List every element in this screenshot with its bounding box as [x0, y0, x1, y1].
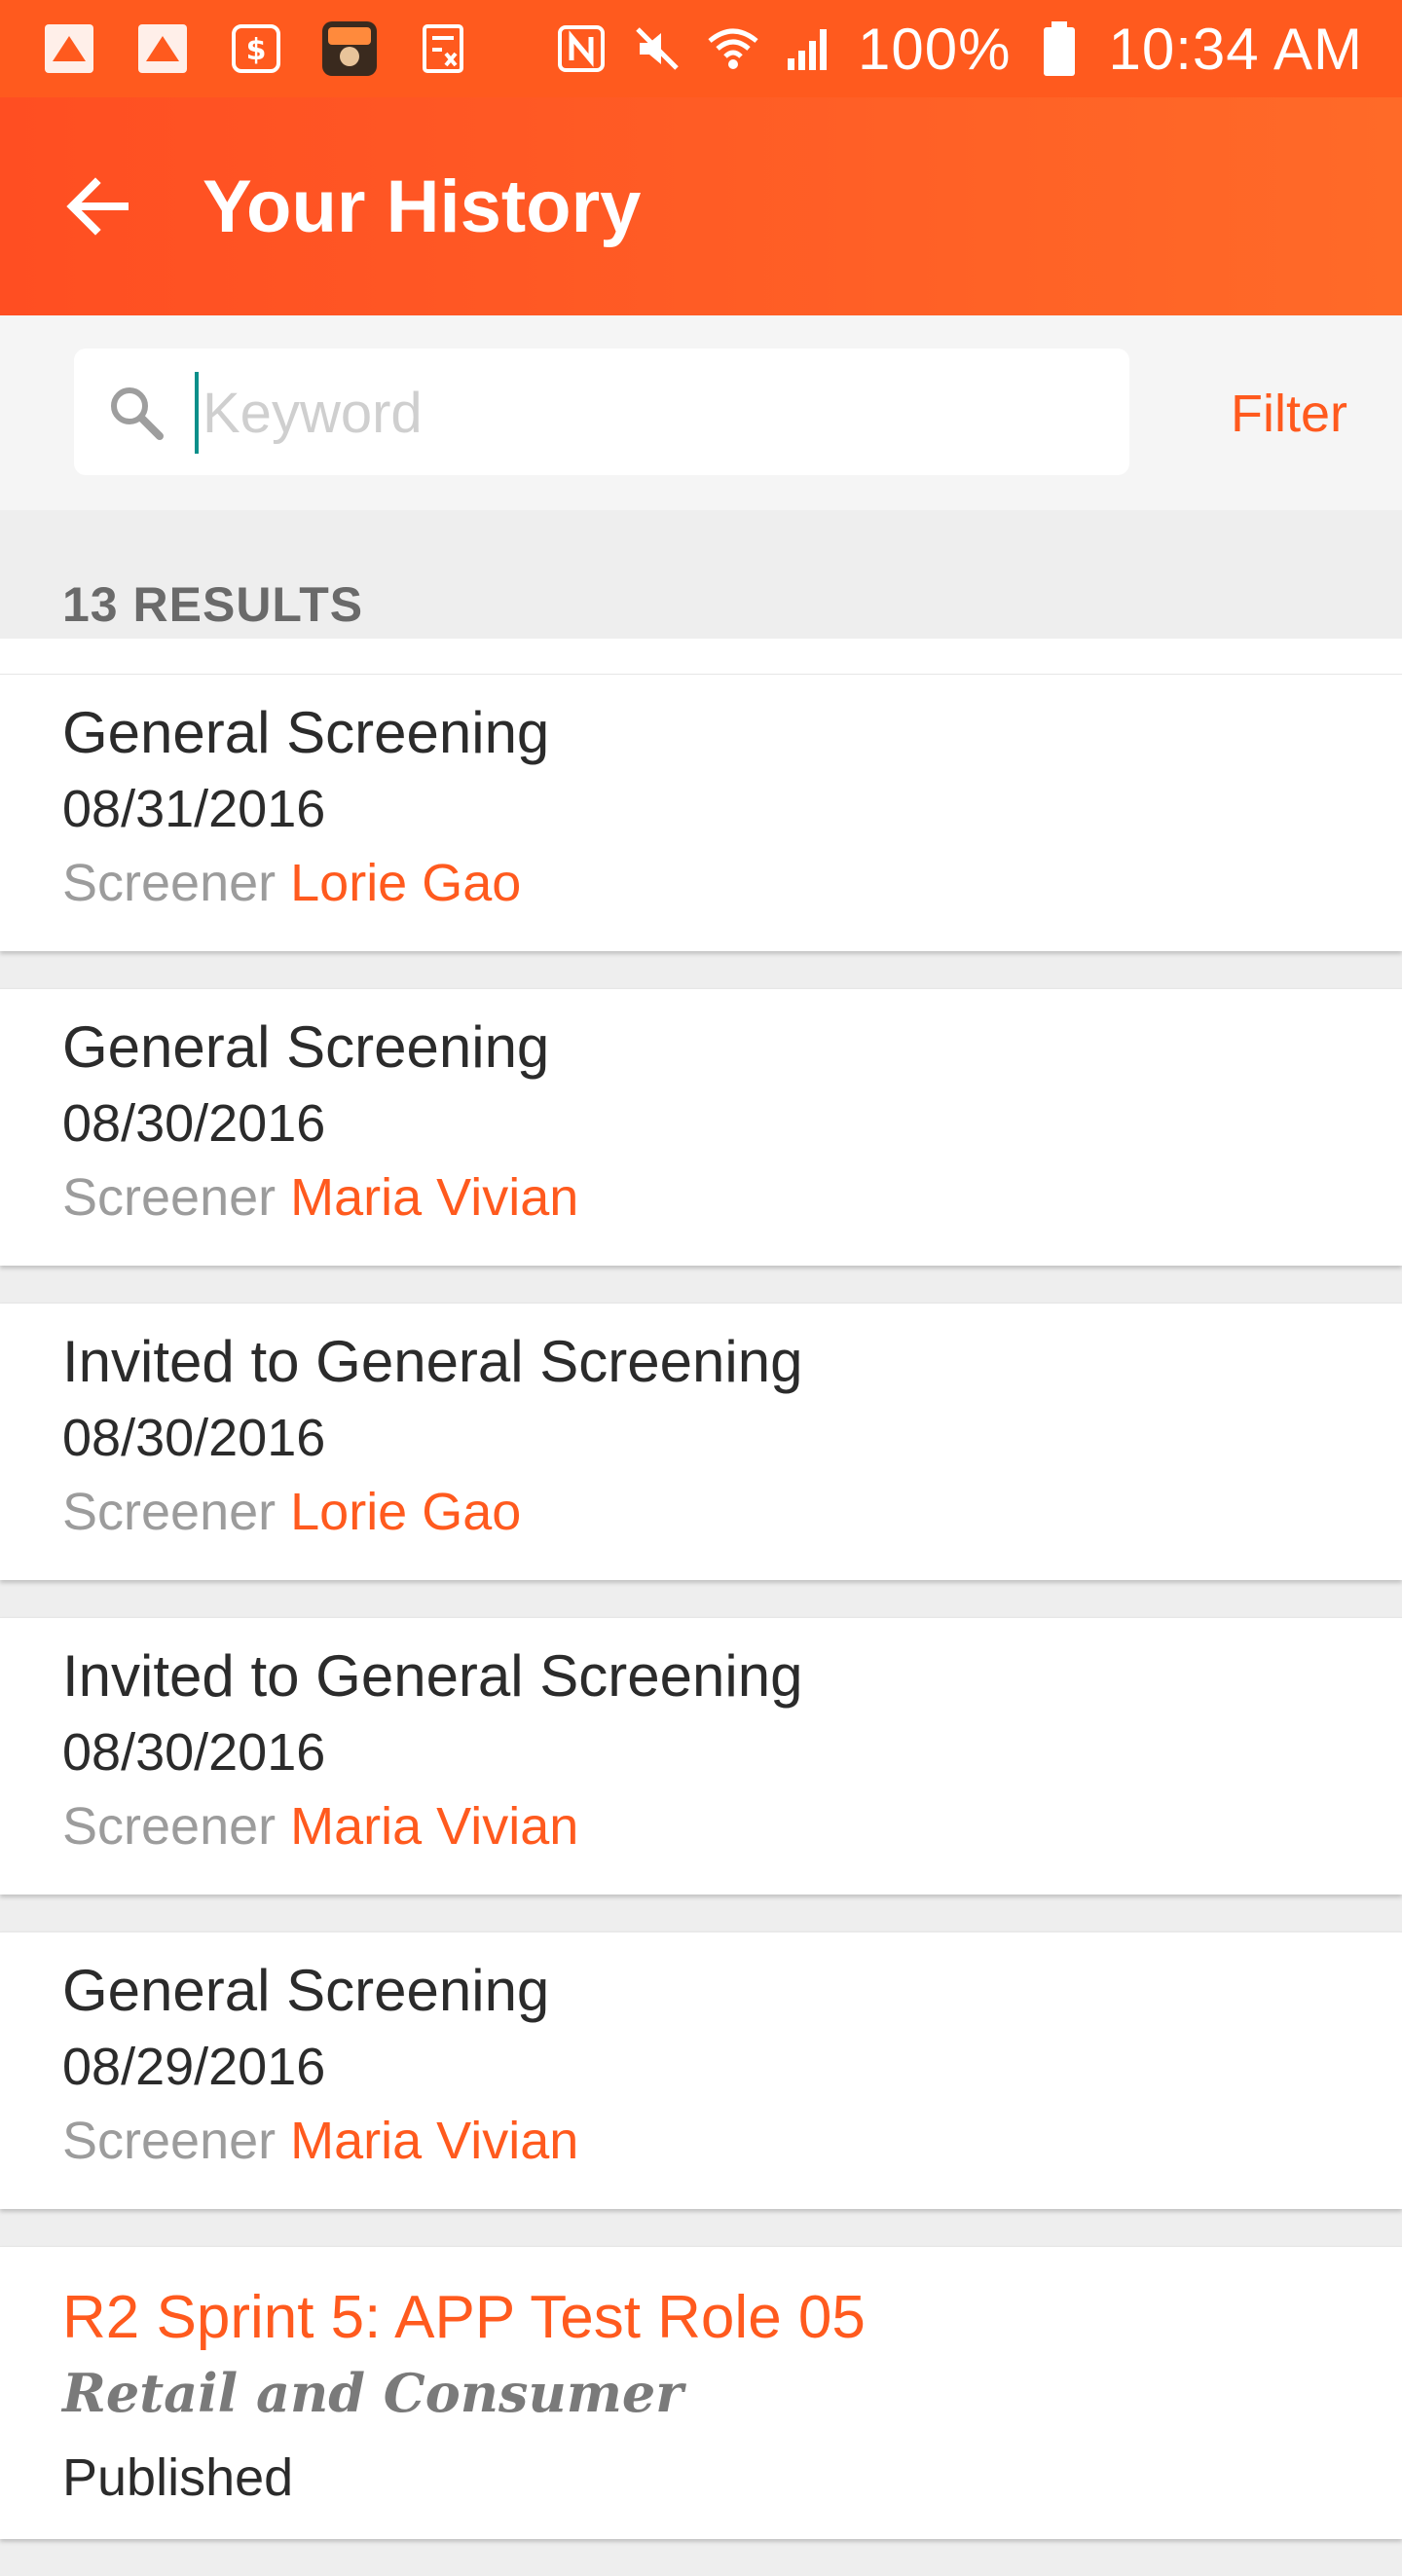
- wifi-icon: [706, 21, 760, 76]
- item-title: General Screening: [62, 1014, 550, 1080]
- text-cursor: [195, 372, 199, 454]
- role-status: Published: [62, 2448, 294, 2507]
- results-header: 13 RESULTS: [0, 510, 1383, 639]
- svg-text:$: $: [246, 33, 267, 67]
- item-title: Invited to General Screening: [62, 1329, 803, 1394]
- history-list: General Screening 08/31/2016 Screener Lo…: [0, 674, 1402, 2576]
- item-date: 08/30/2016: [62, 1723, 326, 1782]
- search-bar: Filter: [0, 315, 1402, 510]
- item-title: General Screening: [62, 1958, 550, 2023]
- notification-icons: $: [39, 18, 473, 80]
- item-date: 08/30/2016: [62, 1094, 326, 1153]
- screener-name-link[interactable]: Maria Vivian: [290, 2112, 578, 2170]
- battery-percent: 100%: [858, 16, 1012, 82]
- history-item[interactable]: Invited to General Screening 08/30/2016 …: [0, 1303, 1402, 1580]
- search-box[interactable]: [74, 349, 1129, 475]
- item-screener: Screener Lorie Gao: [62, 1481, 521, 1543]
- dollar-icon: $: [226, 18, 286, 79]
- back-button[interactable]: [58, 167, 136, 245]
- system-status: 100% 10:34 AM: [554, 0, 1363, 97]
- item-date: 08/30/2016: [62, 1409, 326, 1467]
- item-screener: Screener Maria Vivian: [62, 1795, 578, 1858]
- screener-name-link[interactable]: Maria Vivian: [290, 1168, 578, 1227]
- mute-icon: [630, 21, 684, 76]
- screener-name-link[interactable]: Maria Vivian: [290, 1797, 578, 1856]
- item-screener: Screener Maria Vivian: [62, 2110, 578, 2172]
- calculator-icon: [413, 18, 473, 79]
- history-item[interactable]: General Screening 08/29/2016 Screener Ma…: [0, 1932, 1402, 2209]
- search-icon: [111, 387, 164, 440]
- item-date: 08/31/2016: [62, 780, 326, 838]
- nfc-icon: [554, 21, 609, 76]
- screener-label: Screener: [62, 854, 277, 912]
- status-bar: $ 100% 10:34 AM: [0, 0, 1402, 97]
- app-bar: Your History: [0, 97, 1402, 315]
- search-input[interactable]: [201, 368, 1081, 458]
- item-date: 08/29/2016: [62, 2038, 326, 2096]
- results-count: 13 RESULTS: [62, 577, 364, 632]
- role-industry: Retail and Consumer: [62, 2362, 683, 2424]
- item-screener: Screener Lorie Gao: [62, 852, 521, 914]
- item-screener: Screener Maria Vivian: [62, 1166, 578, 1229]
- app-notification-icon: [39, 18, 99, 79]
- screener-label: Screener: [62, 1797, 277, 1856]
- screener-name-link[interactable]: Lorie Gao: [290, 1483, 521, 1541]
- screener-label: Screener: [62, 1483, 277, 1541]
- game-icon: [319, 18, 380, 79]
- page-title: Your History: [203, 166, 642, 248]
- screener-label: Screener: [62, 2112, 277, 2170]
- battery-icon: [1032, 21, 1087, 76]
- clock: 10:34 AM: [1108, 16, 1363, 82]
- item-title: General Screening: [62, 700, 550, 765]
- screener-label: Screener: [62, 1168, 277, 1227]
- history-item[interactable]: Invited to General Screening 08/30/2016 …: [0, 1617, 1402, 1895]
- divider: [0, 639, 1402, 674]
- history-item[interactable]: General Screening 08/31/2016 Screener Lo…: [0, 674, 1402, 951]
- filter-button[interactable]: Filter: [1231, 384, 1347, 444]
- role-title: R2 Sprint 5: APP Test Role 05: [62, 2284, 866, 2351]
- item-title: Invited to General Screening: [62, 1643, 803, 1709]
- back-arrow-icon: [66, 177, 129, 236]
- screener-name-link[interactable]: Lorie Gao: [290, 854, 521, 912]
- signal-icon: [782, 21, 836, 76]
- role-item[interactable]: R2 Sprint 5: APP Test Role 05 Retail and…: [0, 2246, 1402, 2539]
- history-item[interactable]: General Screening 08/30/2016 Screener Ma…: [0, 988, 1402, 1266]
- app-notification-icon: [132, 18, 193, 79]
